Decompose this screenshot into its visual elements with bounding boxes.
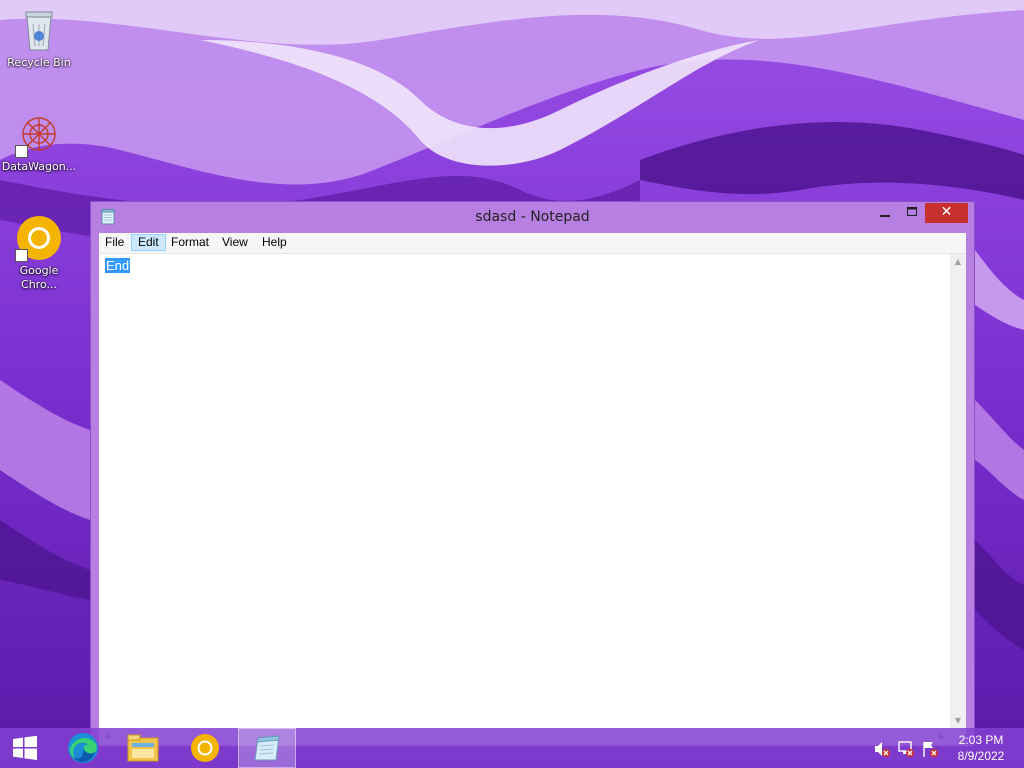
menu-view[interactable]: View [216,234,254,251]
desktop-icon-label: Google Chro... [19,264,59,291]
shortcut-arrow-icon [15,145,28,158]
minimize-button[interactable] [872,203,898,223]
vertical-scrollbar[interactable]: ▲ ▼ [950,254,966,729]
window-title: sdasd - Notepad [475,209,590,225]
network-error-icon[interactable] [897,740,915,758]
clock-date: 8/9/2022 [957,749,1005,763]
desktop-icon-recycle-bin[interactable]: Recycle Bin [1,6,77,70]
desktop-icon-label: DataWagon... [1,160,77,173]
maximize-button[interactable] [899,203,925,223]
close-icon: ✕ [940,204,953,220]
taskbar-edge-button[interactable] [54,728,112,768]
system-clock[interactable]: 2:03 PM 8/9/2022 [946,732,1016,764]
chrome-icon [191,734,219,762]
taskbar: 2:03 PM 8/9/2022 [0,728,1024,768]
close-button[interactable]: ✕ [925,203,968,223]
desktop: Recycle Bin DataWagon... Google Chro... … [0,0,1024,768]
action-center-flag-icon[interactable] [921,740,939,758]
desktop-icon-label: Recycle Bin [7,56,71,69]
volume-muted-icon[interactable] [873,740,891,758]
menu-help[interactable]: Help [256,234,293,251]
selected-text[interactable]: End [105,258,131,273]
recycle-bin-icon [15,6,63,54]
shortcut-arrow-icon [15,249,28,262]
notepad-window[interactable]: sdasd - Notepad ✕ File Edit Format View … [90,201,975,747]
menu-format[interactable]: Format [165,234,215,251]
notepad-icon [254,735,280,761]
maximize-icon [907,207,917,216]
taskbar-file-explorer-button[interactable] [114,728,172,768]
start-button[interactable] [0,728,50,768]
chrome-icon [15,214,63,262]
clock-time: 2:03 PM [958,733,1004,747]
text-editor-area[interactable]: End [99,254,950,729]
desktop-icon-google-chrome[interactable]: Google Chro... [1,214,77,292]
editor-content: End [105,257,131,274]
menu-file[interactable]: File [99,234,130,251]
scroll-down-arrow-icon[interactable]: ▼ [950,713,966,729]
minimize-icon [880,215,890,217]
edge-icon [68,733,98,763]
desktop-icon-datawagon[interactable]: DataWagon... [1,110,77,174]
datawagon-icon [15,110,63,158]
taskbar-chrome-button[interactable] [176,728,234,768]
menu-bar: File Edit Format View Help [99,233,966,254]
title-bar[interactable]: sdasd - Notepad ✕ [91,202,974,232]
menu-edit[interactable]: Edit [131,234,166,251]
scroll-up-arrow-icon[interactable]: ▲ [950,254,966,270]
windows-start-icon [13,735,37,760]
taskbar-notepad-button[interactable] [238,728,296,768]
file-explorer-icon [127,734,159,762]
